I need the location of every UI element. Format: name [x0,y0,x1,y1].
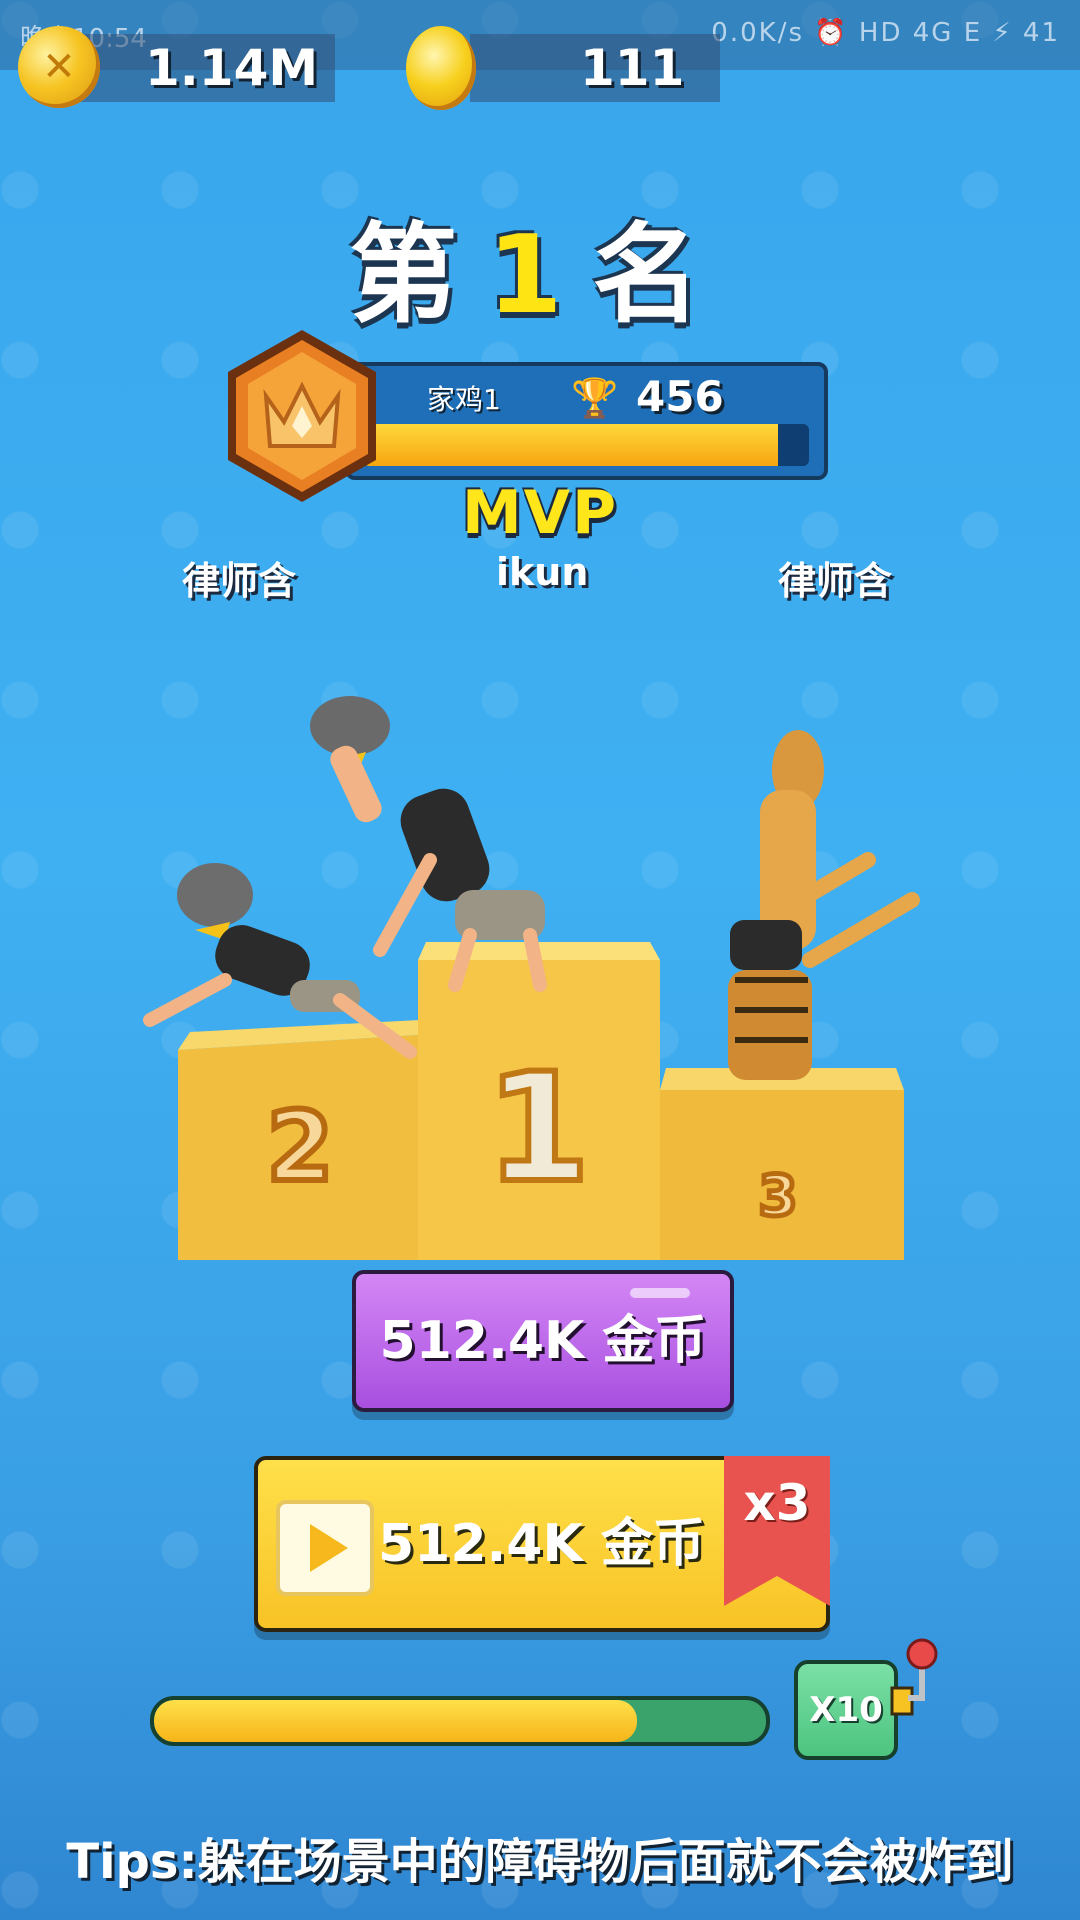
rank-progress-fill [363,424,778,466]
rank-prefix: 第 [349,213,488,338]
second-place-name: 律师含 [182,559,297,603]
gem-value: 111 [580,39,685,97]
rank-suffix: 名 [592,213,731,338]
trophy-icon: 🏆 [571,376,619,420]
claim-coins-label: 512.4K 金币 [379,1311,707,1371]
gold-coin-icon: ✕ [18,26,100,108]
gem-counter: 111 [470,34,720,102]
player-card: 家鸡1 🏆 456 [345,362,828,480]
podium-scene: 2 1 3 [143,696,920,1260]
third-place-name: 律师含 [778,559,893,603]
mvp-label: MVP [461,478,619,548]
spin-progress-bar [150,1696,770,1746]
rank-progress-bar [363,424,809,466]
rank-title: 第1名 [0,188,1080,344]
watch-video-triple-coins-button[interactable]: 512.4K 金币 x3 [254,1456,830,1632]
third-place-character [728,730,920,1080]
multiplier-ribbon: x3 [724,1456,830,1606]
first-place-character [310,696,547,992]
place-number-1: 1 [486,1042,590,1216]
multiplier-text: x3 [743,1474,811,1532]
place-number-2: 2 [267,1091,334,1203]
x10-slot-button[interactable]: X10 [794,1660,898,1760]
video-coins-label: 512.4K 金币 [378,1514,705,1574]
status-indicators: 0.0K/s ⏰ HD 4G E ⚡ 41 [711,18,1060,48]
first-place-name: ikun [496,550,589,594]
gold-counter: 1.14M [80,34,335,102]
egg-gem-icon [406,26,476,110]
slot-lever-icon [890,1638,938,1716]
video-play-icon [276,1500,374,1596]
button-highlight [630,1288,690,1298]
claim-coins-button[interactable]: 512.4K 金币 [352,1270,734,1412]
spin-progress-fill [154,1700,638,1742]
rank-number: 1 [487,213,593,338]
gameplay-tip: Tips:躲在场景中的障碍物后面就不会被炸到 [66,1834,1014,1890]
trophy-count: 456 [636,372,724,421]
gold-value: 1.14M [145,39,319,97]
player-name: 家鸡1 [427,383,501,416]
place-number-3: 3 [759,1164,798,1229]
second-place-character [143,863,417,1059]
